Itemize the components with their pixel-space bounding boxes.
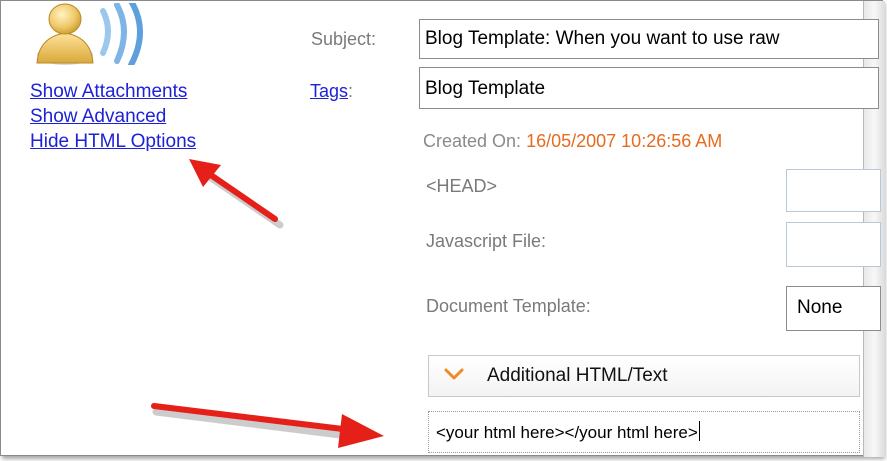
tags-link[interactable]: Tags (310, 81, 348, 101)
text-caret (698, 421, 700, 441)
sidebar-links: Show Attachments Show Advanced Hide HTML… (30, 79, 196, 154)
subject-label: Subject: (311, 29, 377, 49)
subject-field[interactable]: Blog Template: When you want to use raw (419, 19, 879, 59)
chevron-down-icon (444, 368, 464, 380)
created-on: Created On: 16/05/2007 10:26:56 AM (423, 131, 722, 152)
annotation-arrow-up-icon (189, 159, 284, 229)
additional-html-panel-header[interactable]: Additional HTML/Text (428, 355, 860, 397)
show-advanced-link[interactable]: Show Advanced (30, 104, 196, 129)
document-template-label: Document Template: (426, 296, 591, 316)
hide-html-options-link[interactable]: Hide HTML Options (30, 129, 196, 154)
head-label: <HEAD> (426, 176, 498, 196)
additional-html-title: Additional HTML/Text (487, 365, 668, 386)
document-template-select[interactable]: None (786, 286, 881, 331)
javascript-file-field[interactable] (786, 222, 881, 267)
head-field[interactable] (786, 169, 881, 212)
additional-html-value: <your html here></your html here> (436, 423, 698, 442)
tags-colon: : (348, 81, 354, 101)
show-attachments-link[interactable]: Show Attachments (30, 79, 196, 104)
created-on-date: 16/05/2007 10:26:56 AM (526, 131, 723, 151)
annotation-arrow-right-icon (151, 403, 384, 448)
tags-field[interactable]: Blog Template (419, 67, 879, 109)
additional-html-textarea[interactable]: <your html here></your html here> (428, 411, 860, 453)
created-on-label: Created On: (423, 131, 522, 151)
screenshot-frame: Show Attachments Show Advanced Hide HTML… (0, 0, 885, 457)
user-avatar-icon (36, 3, 143, 65)
javascript-file-label: Javascript File: (426, 231, 547, 251)
tags-label: Tags: (310, 81, 353, 102)
